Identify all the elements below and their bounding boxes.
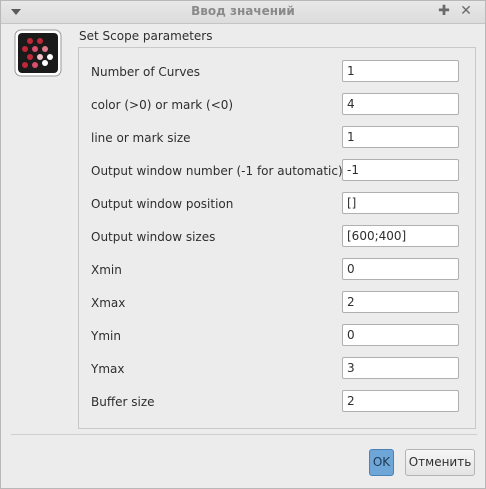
- field-label-xmin: Xmin: [91, 263, 122, 277]
- xmin-input[interactable]: [342, 258, 459, 280]
- field-label-number-of-curves: Number of Curves: [91, 65, 201, 79]
- output-window-number-input[interactable]: [342, 159, 459, 181]
- ymin-input[interactable]: [342, 324, 459, 346]
- number-of-curves-input[interactable]: [342, 60, 459, 82]
- dialog-window: Ввод значений ✚ ✕ Set Scope parameters N…: [0, 0, 486, 489]
- scope-block-icon: [14, 29, 62, 77]
- output-window-sizes-input[interactable]: [342, 225, 459, 247]
- buffer-size-input[interactable]: [342, 390, 459, 412]
- window-title: Ввод значений: [191, 4, 295, 18]
- cancel-button[interactable]: Отменить: [405, 449, 475, 476]
- field-label-output-window-number: Output window number (-1 for automatic): [91, 164, 343, 178]
- field-label-output-window-position: Output window position: [91, 197, 234, 211]
- color-or-mark-input[interactable]: [342, 93, 459, 115]
- button-separator: [11, 434, 477, 435]
- plus-icon[interactable]: ✚: [437, 4, 451, 18]
- field-label-ymax: Ymax: [91, 362, 125, 376]
- title-bar[interactable]: Ввод значений ✚ ✕: [1, 1, 485, 24]
- field-label-line-or-mark-size: line or mark size: [91, 131, 191, 145]
- field-label-color-or-mark: color (>0) or mark (<0): [91, 98, 234, 112]
- field-label-ymin: Ymin: [91, 329, 121, 343]
- xmax-input[interactable]: [342, 291, 459, 313]
- field-label-output-window-sizes: Output window sizes: [91, 230, 216, 244]
- field-label-xmax: Xmax: [91, 296, 126, 310]
- output-window-position-input[interactable]: [342, 192, 459, 214]
- dialog-heading: Set Scope parameters: [79, 29, 213, 43]
- field-label-buffer-size: Buffer size: [91, 395, 155, 409]
- close-icon[interactable]: ✕: [459, 4, 473, 18]
- ok-button[interactable]: OK: [369, 449, 394, 476]
- ymax-input[interactable]: [342, 357, 459, 379]
- line-or-mark-size-input[interactable]: [342, 126, 459, 148]
